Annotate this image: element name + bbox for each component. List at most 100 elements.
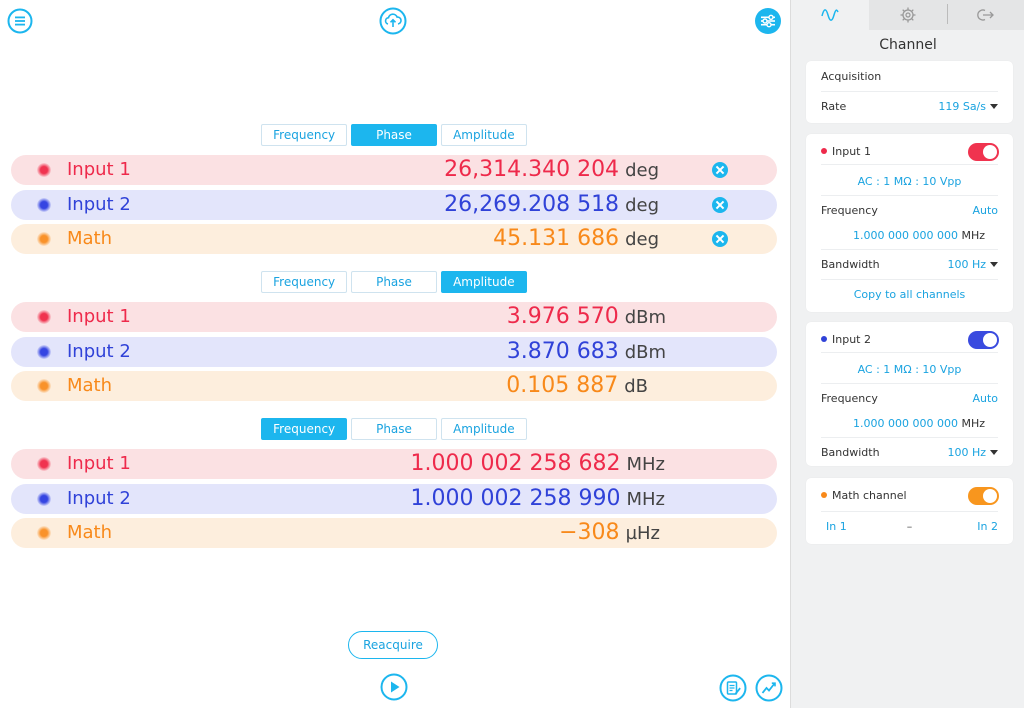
chevron-down-icon — [990, 450, 998, 455]
measurement-area: Frequency Phase Amplitude Input 1 26,314… — [0, 0, 790, 708]
tab-divider — [947, 4, 948, 24]
input1-frequency-unit: MHz — [961, 229, 986, 242]
input1-card: Input 1 AC : 1 MΩ : 10 Vpp Frequency Aut… — [806, 134, 1013, 312]
tab-phase[interactable]: Phase — [351, 271, 437, 293]
value: 1.000 002 258 990 — [410, 486, 621, 511]
divider — [821, 511, 998, 512]
acquisition-card: Acquisition Rate 119 Sa/s — [806, 61, 1013, 123]
channel-panel: Channel Acquisition Rate 119 Sa/s Input … — [790, 0, 1024, 708]
clear-icon[interactable] — [712, 162, 728, 178]
input1-bandwidth-value: 100 Hz — [947, 258, 986, 271]
tab-amplitude[interactable]: Amplitude — [440, 271, 527, 293]
rate-label: Rate — [821, 100, 847, 113]
value-block: −308 µHz — [559, 520, 660, 545]
divider — [821, 91, 998, 92]
unit: dBm — [624, 307, 666, 328]
value-block: 26,269.208 518 deg — [444, 192, 659, 217]
input1-indicator — [37, 457, 51, 471]
divider — [821, 279, 998, 280]
tab-frequency[interactable]: Frequency — [261, 271, 348, 293]
input1-title-text: Input 1 — [832, 145, 871, 158]
input1-frequency-field[interactable]: 1.000 000 000 000 MHz — [853, 229, 985, 242]
tab-phase[interactable]: Phase — [351, 418, 437, 440]
value: 26,314.340 204 — [444, 157, 620, 182]
value-block: 45.131 686 deg — [493, 226, 659, 251]
input2-frequency-value: 1.000 000 000 000 — [853, 417, 958, 430]
amplitude-row-input1: Input 1 3.976 570 dBm — [11, 302, 777, 332]
tab-amplitude[interactable]: Amplitude — [440, 124, 527, 146]
cloud-upload-icon[interactable] — [379, 7, 407, 35]
math-title-text: Math channel — [832, 489, 907, 502]
tab-phase[interactable]: Phase — [351, 124, 437, 146]
tab-frequency[interactable]: Frequency — [261, 418, 348, 440]
input2-toggle[interactable] — [968, 331, 999, 349]
tab-amplitude[interactable]: Amplitude — [440, 418, 527, 440]
panel-tabs — [791, 0, 1024, 30]
input1-frequency-label: Frequency — [821, 204, 878, 217]
acquisition-header: Acquisition — [821, 70, 882, 83]
mode-selector: Frequency Phase Amplitude — [261, 271, 527, 293]
input2-frequency-unit: MHz — [961, 417, 986, 430]
rate-select[interactable]: 119 Sa/s — [938, 100, 998, 113]
sliders-icon[interactable] — [754, 7, 782, 35]
value-block: 1.000 002 258 682 MHz — [411, 451, 665, 476]
menu-icon[interactable] — [6, 7, 34, 35]
value: 3.870 683 — [506, 339, 619, 364]
math-toggle[interactable] — [968, 487, 999, 505]
input2-bandwidth-select[interactable]: 100 Hz — [947, 446, 998, 459]
logout-icon[interactable] — [947, 0, 1024, 30]
input1-frequency-mode[interactable]: Auto — [972, 204, 998, 217]
row-label: Math — [67, 522, 113, 543]
waveform-icon[interactable] — [791, 0, 869, 30]
input2-dot — [821, 336, 827, 342]
input1-bandwidth-select[interactable]: 100 Hz — [947, 258, 998, 271]
clear-icon[interactable] — [712, 197, 728, 213]
play-icon[interactable] — [380, 673, 408, 701]
report-icon[interactable] — [719, 674, 747, 702]
chevron-down-icon — [990, 104, 998, 109]
clear-icon[interactable] — [712, 231, 728, 247]
tab-frequency[interactable]: Frequency — [261, 124, 348, 146]
divider — [821, 437, 998, 438]
input2-frequency-mode[interactable]: Auto — [972, 392, 998, 405]
input2-indicator — [37, 345, 51, 359]
math-dot — [821, 492, 827, 498]
amplitude-row-input2: Input 2 3.870 683 dBm — [11, 337, 777, 367]
unit: dBm — [624, 342, 666, 363]
row-label: Input 1 — [67, 159, 131, 180]
row-label: Input 2 — [67, 341, 131, 362]
panel-title: Channel — [879, 37, 937, 53]
input2-coupling[interactable]: AC : 1 MΩ : 10 Vpp — [806, 363, 1013, 376]
math-operand-right[interactable]: In 2 — [977, 520, 998, 533]
input2-card: Input 2 AC : 1 MΩ : 10 Vpp Frequency Aut… — [806, 322, 1013, 466]
value-block: 1.000 002 258 990 MHz — [411, 486, 665, 511]
math-indicator — [37, 379, 51, 393]
reacquire-button[interactable]: Reacquire — [348, 631, 438, 659]
value-block: 3.976 570 dBm — [507, 304, 666, 329]
chevron-down-icon — [990, 262, 998, 267]
input2-title: Input 2 — [821, 333, 871, 346]
row-label: Input 1 — [67, 453, 131, 474]
row-label: Input 1 — [67, 306, 131, 327]
input2-frequency-label: Frequency — [821, 392, 878, 405]
input1-coupling[interactable]: AC : 1 MΩ : 10 Vpp — [806, 175, 1013, 188]
copy-to-all-button[interactable]: Copy to all channels — [806, 288, 1013, 301]
value-block: 3.870 683 dBm — [507, 339, 666, 364]
value: 26,269.208 518 — [444, 192, 620, 217]
unit: MHz — [626, 454, 665, 475]
chart-icon[interactable] — [755, 674, 783, 702]
divider — [821, 249, 998, 250]
value-block: 0.105 887 dB — [506, 373, 648, 398]
input2-frequency-field[interactable]: 1.000 000 000 000 MHz — [853, 417, 985, 430]
value: 3.976 570 — [506, 304, 619, 329]
frequency-row-input2: Input 2 1.000 002 258 990 MHz — [11, 484, 777, 514]
unit: µHz — [625, 523, 660, 544]
value: 45.131 686 — [493, 226, 620, 251]
input2-bandwidth-value: 100 Hz — [947, 446, 986, 459]
input2-title-text: Input 2 — [832, 333, 871, 346]
row-label: Math — [67, 375, 113, 396]
gear-icon[interactable] — [869, 0, 947, 30]
input1-indicator — [37, 163, 51, 177]
input1-toggle[interactable] — [968, 143, 999, 161]
input1-title: Input 1 — [821, 145, 871, 158]
